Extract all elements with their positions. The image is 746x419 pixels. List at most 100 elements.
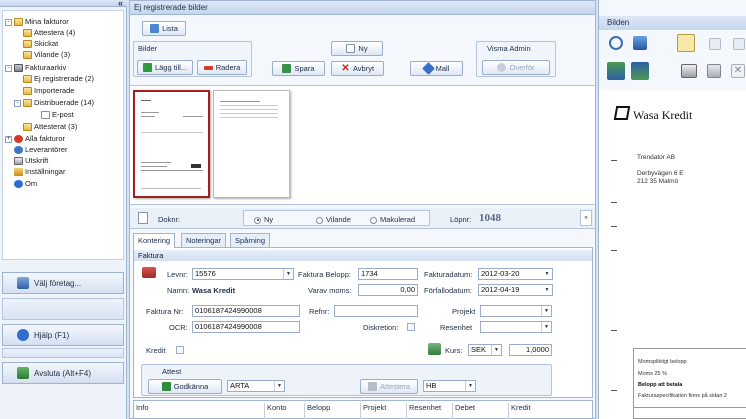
dropdown-arrow-icon[interactable]: ▼ [541,322,551,332]
status-radio-new[interactable]: Ny [254,215,273,224]
credit-checkbox[interactable] [176,346,184,354]
expand-toggle-icon[interactable]: + [5,135,12,143]
vat-amount-field[interactable]: 0,00 [358,284,418,296]
envelope-icon [421,62,435,75]
zoom-icon[interactable] [609,36,623,50]
invoice-date-field[interactable]: 2012-03-20 ▼ [478,268,553,280]
dropdown-arrow-icon[interactable]: ▼ [283,269,293,279]
tab-kontering[interactable]: Kontering [133,233,176,248]
column-header[interactable]: Belopp [304,403,330,419]
reference-field[interactable] [334,305,418,317]
dropdown-arrow-icon[interactable]: ▼ [465,381,475,391]
column-header[interactable]: Resenhet [406,403,441,419]
status-radio-idle[interactable]: Vilande [316,215,351,224]
tab-sparning[interactable]: Spårning [230,233,271,247]
mail-button[interactable]: Mall [410,61,463,76]
project-select[interactable]: ▼ [480,305,552,317]
dropdown-arrow-icon[interactable]: ▼ [491,345,501,355]
tree-item-distribuerade[interactable]: - Distribuerade (14) [14,98,94,108]
cancel-button[interactable]: ✕ Avbryt [331,61,384,76]
column-header[interactable]: Info [136,403,149,412]
attest-button[interactable]: Attestera [360,379,418,394]
thumbnail-page-1[interactable] [133,90,210,198]
document-icon [138,212,148,224]
close-icon[interactable]: ✕ [731,64,745,78]
folder-tree: - Mina fakturor Attestera (4) Skickat Vil… [2,10,124,260]
rotate-right-icon[interactable] [631,62,649,80]
monitor-icon[interactable] [633,36,647,50]
collapse-icon[interactable]: « [118,0,123,8]
dropdown-arrow-icon[interactable]: ▼ [274,381,284,391]
folder-icon [14,18,23,26]
collapse-toggle-icon[interactable]: - [5,64,12,72]
discretion-checkbox[interactable] [407,323,415,331]
dropdown-arrow-icon[interactable]: ▼ [542,285,552,295]
column-header[interactable]: Projekt [360,403,386,419]
posting-table-header: Info Konto Belopp Projekt Resenhet Debet… [133,400,593,419]
supplier-number-field[interactable]: 15576 ▼ [192,268,294,280]
print-icon[interactable] [681,64,697,78]
page-view-icon[interactable] [733,38,745,50]
list-button[interactable]: Lista [142,21,186,36]
images-group: Bilder Lägg till... Radera [133,41,252,77]
document-icon [41,111,50,119]
invoice-amount-field[interactable]: 1734 [358,268,418,280]
folder-icon [23,87,32,95]
fit-page-icon[interactable] [677,34,695,52]
tree-item-utskrift[interactable]: Utskrift [14,156,48,166]
save-button[interactable]: Spara [272,61,325,76]
select-company-button[interactable]: Välj företag... [2,272,124,294]
new-button[interactable]: Ny [331,41,383,56]
transfer-button[interactable]: Överför [482,60,550,75]
thumbnail-page-2[interactable] [213,90,290,198]
invoice-number-field[interactable]: 0106187424990008 [192,305,300,317]
rotate-left-icon[interactable] [607,62,625,80]
tools-icon [14,168,23,176]
tree-item-attestera[interactable]: Attestera (4) [23,28,75,38]
exit-button[interactable]: Avsluta (Alt+F4) [2,362,124,384]
column-header[interactable]: Konto [264,403,287,419]
result-unit-select[interactable]: ▼ [480,321,552,333]
ocr-field[interactable]: 0106187424990008 [192,321,300,333]
attester-select[interactable]: HB ▼ [423,380,476,392]
tree-item-fakturaarkiv[interactable]: - Fakturaarkiv [5,63,66,73]
tree-item-installningar[interactable]: Inställningar [14,167,65,177]
collapse-toggle-icon[interactable]: - [14,99,21,107]
exchange-rate-icon[interactable] [428,343,441,355]
currency-select[interactable]: SEK ▼ [468,344,502,356]
page-view-icon[interactable] [709,38,721,50]
tree-item-vilande[interactable]: Vilande (3) [23,50,70,60]
tree-item-om[interactable]: Om [14,179,37,189]
sidebar-header: « [0,0,127,8]
invoice-totals-box: Momspliktigt belopp Moms 25 % Belopp att… [633,348,746,419]
delete-button[interactable]: Radera [197,60,247,75]
column-header[interactable]: Kredit [508,403,531,419]
approve-button[interactable]: Godkänna [148,379,222,394]
transfer-icon [497,63,507,72]
save-icon [282,64,292,73]
help-button[interactable]: Hjälp (F1) [2,324,124,346]
tree-item-alla-fakturor[interactable]: + Alla fakturor [5,134,65,144]
tree-item-mina-fakturor[interactable]: - Mina fakturor [5,17,69,27]
exchange-rate-field[interactable]: 1,0000 [509,344,552,356]
fold-mark [611,330,617,331]
collapse-toggle-icon[interactable]: - [5,18,12,26]
status-radio-cancelled[interactable]: Makulerad [370,215,415,224]
tab-noteringar[interactable]: Noteringar [181,233,227,247]
fold-mark [611,202,617,203]
tree-item-importerade[interactable]: Importerade [23,86,74,96]
tree-item-leverantorer[interactable]: Leverantörer [14,145,68,155]
tree-item-e-post[interactable]: E-post [41,110,74,120]
due-date-field[interactable]: 2012-04-19 ▼ [478,284,553,296]
supplier-lookup-icon[interactable] [142,267,156,278]
expand-chevron-icon[interactable]: » [580,210,592,226]
approver-select[interactable]: ARTA ▼ [227,380,285,392]
tree-item-skickat[interactable]: Skickat [23,39,58,49]
save-icon[interactable] [707,64,721,78]
dropdown-arrow-icon[interactable]: ▼ [541,306,551,316]
dropdown-arrow-icon[interactable]: ▼ [542,269,552,279]
add-button[interactable]: Lägg till... [137,60,193,75]
column-header[interactable]: Debet [452,403,475,419]
tree-item-attesterat[interactable]: Attesterat (3) [23,122,77,132]
tree-item-ej-registrerade[interactable]: Ej registrerade (2) [23,74,94,84]
